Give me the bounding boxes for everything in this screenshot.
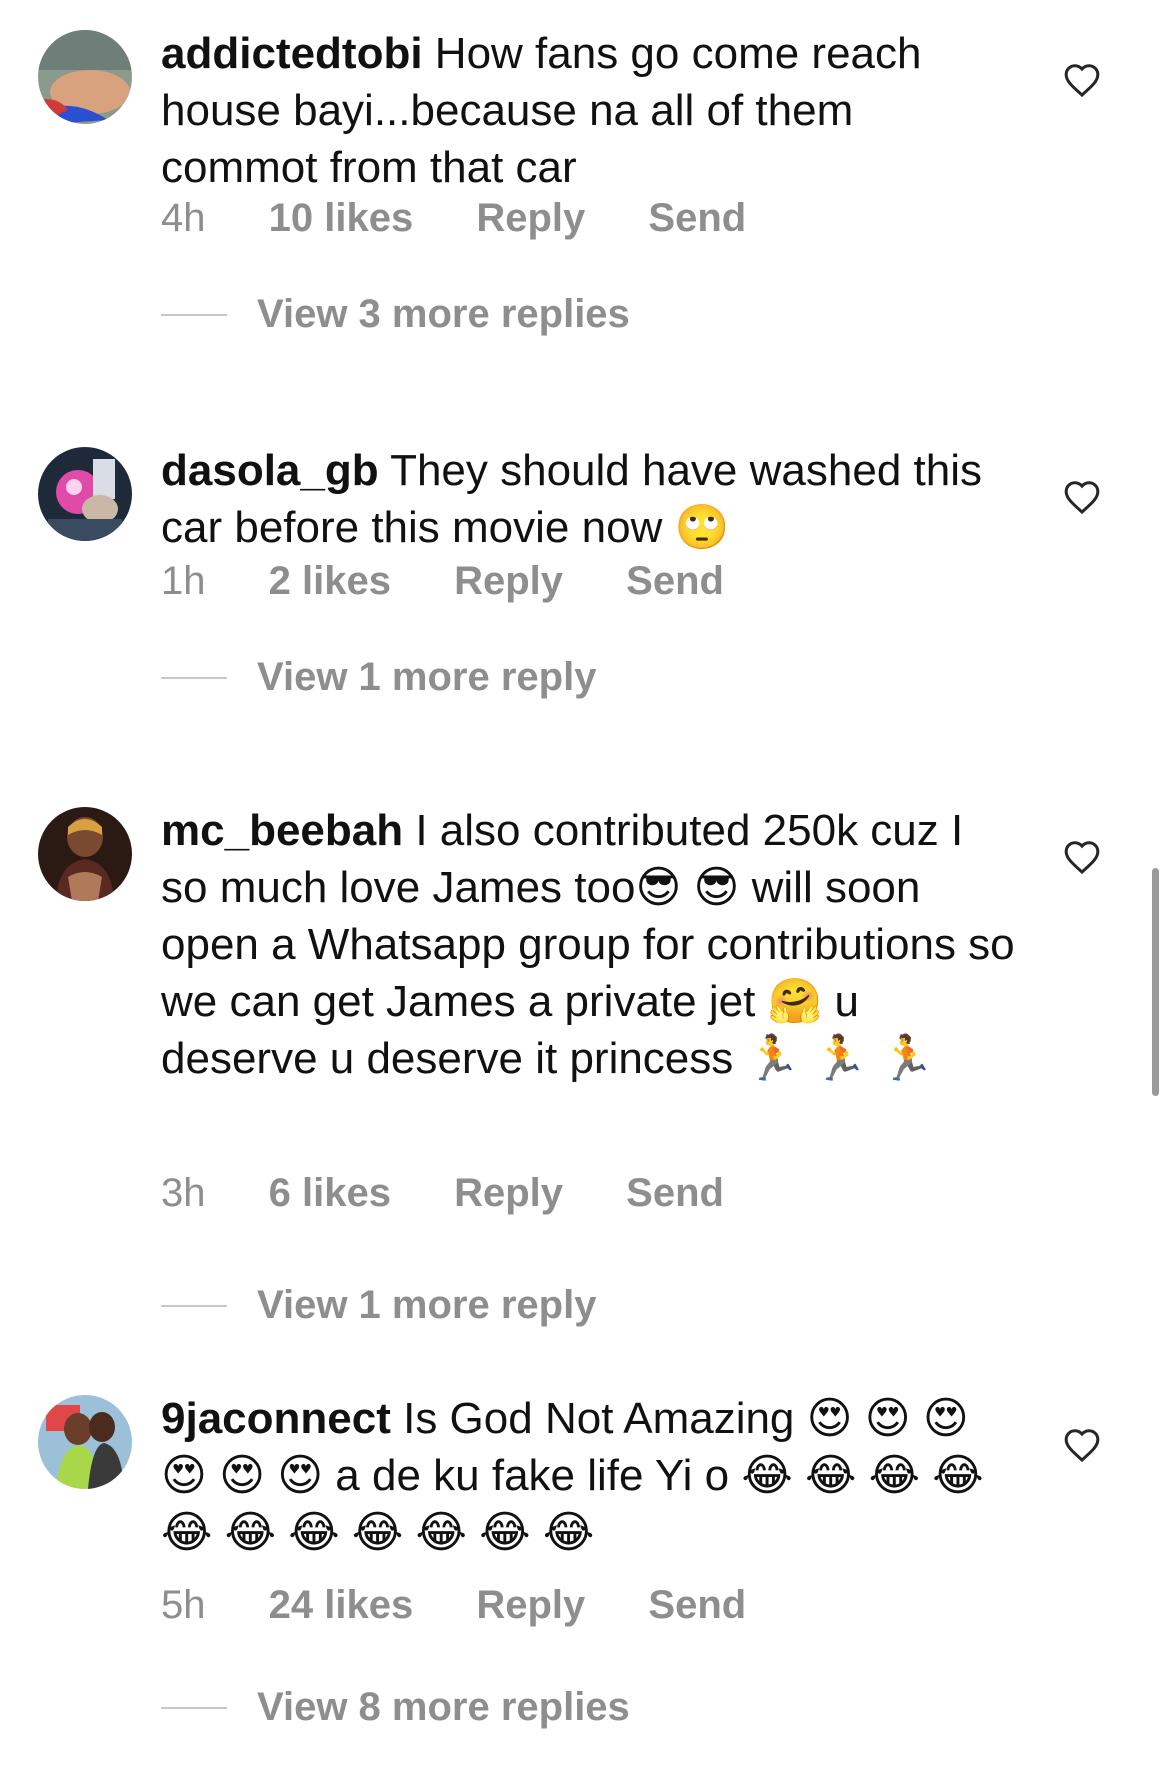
avatar-image (38, 807, 132, 901)
view-replies-button[interactable]: View 1 more reply (161, 655, 596, 700)
heart-outline-icon (1064, 1429, 1100, 1463)
comment-meta: 1h 2 likes Reply Send (161, 559, 776, 604)
heart-outline-icon (1064, 64, 1100, 98)
avatar-image (38, 30, 132, 124)
comment-time: 4h (161, 196, 206, 240)
avatar[interactable] (38, 1395, 132, 1489)
avatar[interactable] (38, 807, 132, 901)
view-replies-button[interactable]: View 8 more replies (161, 1685, 630, 1730)
avatar[interactable] (38, 447, 132, 541)
send-button[interactable]: Send (648, 196, 746, 240)
comment-likes[interactable]: 10 likes (269, 196, 414, 240)
replies-divider (161, 313, 227, 316)
comment-username[interactable]: 9jaconnect (161, 1394, 391, 1443)
comment-likes[interactable]: 2 likes (269, 559, 391, 603)
reply-button[interactable]: Reply (454, 559, 563, 603)
view-replies-button[interactable]: View 3 more replies (161, 292, 630, 337)
comment-meta: 3h 6 likes Reply Send (161, 1171, 776, 1216)
avatar-image (38, 447, 132, 541)
comment-time: 3h (161, 1171, 206, 1215)
comment-likes[interactable]: 24 likes (269, 1583, 414, 1627)
send-button[interactable]: Send (626, 559, 724, 603)
comment-meta: 5h 24 likes Reply Send (161, 1583, 798, 1628)
like-button[interactable] (1063, 62, 1101, 98)
heart-outline-icon (1064, 841, 1100, 875)
view-replies-label: View 1 more reply (257, 655, 597, 699)
like-button[interactable] (1063, 479, 1101, 515)
comment-username[interactable]: addictedtobi (161, 29, 423, 78)
send-button[interactable]: Send (626, 1171, 724, 1215)
reply-button[interactable]: Reply (476, 196, 585, 240)
heart-outline-icon (1064, 481, 1100, 515)
scrollbar[interactable] (1152, 868, 1159, 1096)
avatar-image (38, 1395, 132, 1489)
like-button[interactable] (1063, 839, 1101, 875)
comment-text: mc_beebah I also contributed 250k cuz I … (161, 802, 1021, 1087)
comment-time: 5h (161, 1583, 206, 1627)
view-replies-label: View 1 more reply (257, 1283, 597, 1327)
replies-divider (161, 1304, 227, 1307)
view-replies-button[interactable]: View 1 more reply (161, 1283, 596, 1328)
send-button[interactable]: Send (648, 1583, 746, 1627)
view-replies-label: View 3 more replies (257, 292, 630, 336)
replies-divider (161, 1706, 227, 1709)
comment-meta: 4h 10 likes Reply Send (161, 196, 798, 241)
like-button[interactable] (1063, 1427, 1101, 1463)
reply-button[interactable]: Reply (476, 1583, 585, 1627)
replies-divider (161, 676, 227, 679)
comment-username[interactable]: dasola_gb (161, 446, 379, 495)
comment-text: 9jaconnect Is God Not Amazing 😍 😍 😍 😍 😍 … (161, 1390, 1021, 1561)
comment-text: dasola_gb They should have washed this c… (161, 442, 1021, 556)
comment-likes[interactable]: 6 likes (269, 1171, 391, 1215)
avatar[interactable] (38, 30, 132, 124)
reply-button[interactable]: Reply (454, 1171, 563, 1215)
comment-text: addictedtobi How fans go come reach hous… (161, 25, 1021, 196)
view-replies-label: View 8 more replies (257, 1685, 630, 1729)
comment-time: 1h (161, 559, 206, 603)
comment-username[interactable]: mc_beebah (161, 806, 403, 855)
